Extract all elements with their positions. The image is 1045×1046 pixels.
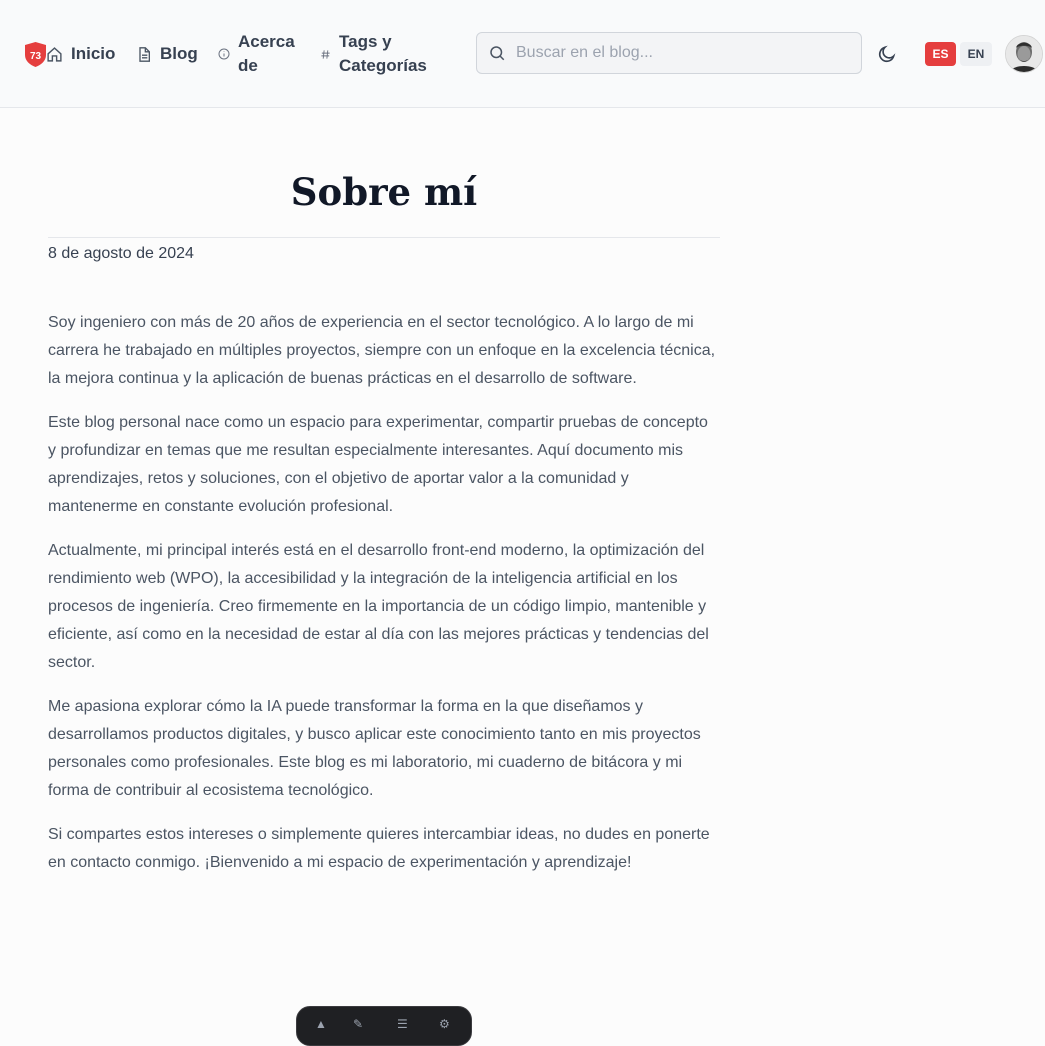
home-icon [47,46,62,62]
document-icon [139,46,150,62]
nav-item-inicio[interactable]: Inicio [46,42,115,66]
paragraph: Me apasiona explorar cómo la IA puede tr… [48,698,701,799]
site-header: 73 Inicio Blog Acerca de Tags y Categorí… [0,0,1045,108]
paragraph: Este blog personal nace como un espacio … [48,414,708,515]
search-icon [490,46,505,61]
toolbar-icon[interactable]: ✎ [353,1017,363,1031]
search-input[interactable] [514,43,848,63]
paragraph: Si compartes estos intereses o simplemen… [48,826,710,871]
toolbar-icon[interactable]: ☰ [397,1017,408,1031]
search-box[interactable] [476,32,862,74]
avatar[interactable] [1005,35,1043,73]
paragraph: Actualmente, mi principal interés está e… [48,542,709,671]
nav-item-blog[interactable]: Blog [136,42,198,66]
moon-icon [878,45,896,63]
floating-toolbar[interactable]: ▲ ✎ ☰ ⚙ [296,1006,472,1046]
info-icon [218,48,230,60]
nav-label: Tags y Categorías [339,32,427,75]
article-body: Soy ingeniero con más de 20 años de expe… [48,309,720,893]
nav-label: Inicio [71,44,116,63]
nav-label: Blog [160,44,198,63]
hash-icon [321,49,330,59]
nav-item-tags[interactable]: Tags y Categorías [320,30,439,78]
language-en-button[interactable]: EN [960,42,992,66]
publish-date: 8 de agosto de 2024 [48,245,194,262]
settings-icon[interactable]: ⚙ [439,1017,450,1031]
shield-logo-icon: 73 [25,42,46,67]
toolbar-icon[interactable]: ▲ [315,1017,327,1031]
language-es-button[interactable]: ES [925,42,956,66]
theme-toggle-button[interactable] [877,44,897,64]
nav-item-acerca-de[interactable]: Acerca de [218,30,302,78]
site-logo[interactable]: 73 [23,41,48,68]
user-avatar-icon [1006,36,1042,72]
page-title: Sobre mí [290,170,478,214]
paragraph: Soy ingeniero con más de 20 años de expe… [48,314,716,387]
title-divider [48,237,720,238]
nav-label: Acerca de [238,32,295,75]
logo-text: 73 [30,51,42,62]
